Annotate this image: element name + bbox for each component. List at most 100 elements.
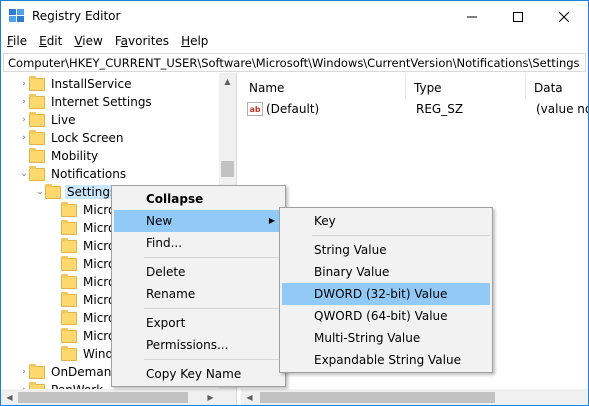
value-name: (Default) <box>266 102 320 116</box>
chevron-right-icon: ▶ <box>268 216 275 225</box>
scroll-up-icon[interactable]: ▲ <box>219 73 236 90</box>
column-data[interactable]: Data <box>526 73 588 99</box>
title-bar[interactable]: Registry Editor <box>1 1 588 32</box>
folder-icon <box>61 255 77 271</box>
new-submenu: Key String Value Binary Value DWORD (32-… <box>279 207 493 373</box>
tree-horizontal-scroll-thumb[interactable] <box>18 392 188 403</box>
close-icon <box>559 11 569 22</box>
tree-item[interactable]: ⌄ Notifications <box>19 165 128 183</box>
expander-placeholder <box>51 345 61 363</box>
tree-item[interactable]: Micro <box>51 201 117 219</box>
folder-icon <box>29 93 45 109</box>
submenu-item-expandable-string-value[interactable]: Expandable String Value <box>282 349 490 371</box>
submenu-item-qword-value[interactable]: QWORD (64-bit) Value <box>282 305 490 327</box>
submenu-item-key[interactable]: Key <box>282 210 490 232</box>
tree-item[interactable]: Micro <box>51 219 117 237</box>
submenu-item-binary-value[interactable]: Binary Value <box>282 261 490 283</box>
tree-item[interactable]: Micro <box>51 237 117 255</box>
window-title: Registry Editor <box>32 9 121 23</box>
scroll-right-icon[interactable]: ▶ <box>202 389 219 405</box>
chevron-down-icon[interactable]: ⌄ <box>35 183 45 201</box>
menu-bar: File Edit View Favorites Help <box>1 32 588 52</box>
minimize-icon <box>467 16 477 17</box>
menu-item-new[interactable]: New ▶ <box>114 210 283 232</box>
chevron-right-icon[interactable]: › <box>19 363 29 381</box>
tree-item[interactable]: › InstallService <box>19 75 133 93</box>
column-type[interactable]: Type <box>406 73 526 99</box>
chevron-down-icon[interactable]: ⌄ <box>19 165 29 183</box>
menu-view[interactable]: View <box>68 32 108 52</box>
scroll-left-icon[interactable]: ◀ <box>241 389 258 405</box>
chevron-right-icon[interactable]: › <box>19 129 29 147</box>
chevron-right-icon[interactable]: › <box>19 75 29 93</box>
tree-horizontal-scrollbar[interactable]: ◀ ▶ <box>1 389 236 405</box>
submenu-item-dword-value[interactable]: DWORD (32-bit) Value <box>282 283 490 305</box>
folder-icon <box>29 147 45 163</box>
menu-item-export[interactable]: Export <box>114 312 283 334</box>
chevron-right-icon[interactable]: › <box>19 93 29 111</box>
tree-item[interactable]: Micro <box>51 291 117 309</box>
menu-item-delete[interactable]: Delete <box>114 261 283 283</box>
folder-icon <box>29 75 45 91</box>
context-menu: Collapse New ▶ Find... Delete Rename Exp… <box>111 185 286 387</box>
folder-icon <box>61 291 77 307</box>
chevron-right-icon[interactable]: › <box>19 111 29 129</box>
expander-placeholder <box>51 327 61 345</box>
tree-item[interactable]: Micro <box>51 255 117 273</box>
tree-item-label: Live <box>51 113 76 127</box>
tree-item-label: InstallService <box>51 77 132 91</box>
scroll-left-icon[interactable]: ◀ <box>1 389 18 405</box>
tree-item[interactable]: ⌄ Settings <box>35 183 119 201</box>
menu-file[interactable]: File <box>1 32 33 52</box>
tree-item[interactable]: Micro <box>51 309 117 327</box>
tree-item[interactable]: Mobility <box>19 147 100 165</box>
tree-vertical-scroll-thumb[interactable] <box>221 161 234 177</box>
menu-item-collapse[interactable]: Collapse <box>114 188 283 210</box>
list-horizontal-scrollbar[interactable]: ◀ <box>241 389 588 405</box>
folder-icon <box>61 345 77 361</box>
expander-placeholder <box>19 147 29 165</box>
folder-icon <box>29 165 45 181</box>
value-data: (value not <box>536 102 588 116</box>
tree-item[interactable]: Micro <box>51 327 117 345</box>
menu-item-find[interactable]: Find... <box>114 232 283 254</box>
menu-item-rename[interactable]: Rename <box>114 283 283 305</box>
value-type: REG_SZ <box>416 102 464 116</box>
menu-separator <box>312 235 490 236</box>
address-bar[interactable]: Computer\HKEY_CURRENT_USER\Software\Micr… <box>3 53 586 72</box>
folder-icon <box>29 129 45 145</box>
tree-item[interactable]: › Live <box>19 111 78 129</box>
menu-edit[interactable]: Edit <box>33 32 68 52</box>
submenu-item-multi-string-value[interactable]: Multi-String Value <box>282 327 490 349</box>
tree-item[interactable]: Micro <box>51 273 117 291</box>
string-value-icon: ab <box>247 102 263 116</box>
table-row[interactable]: ab (Default) REG_SZ (value not <box>241 99 588 119</box>
maximize-button[interactable] <box>495 1 541 32</box>
folder-icon <box>45 183 61 199</box>
tree-item-label: Mobility <box>51 149 99 163</box>
registry-editor-window: Registry Editor File Edit View Favorites… <box>0 0 589 406</box>
expander-placeholder <box>51 273 61 291</box>
close-button[interactable] <box>541 1 587 32</box>
expander-placeholder <box>51 219 61 237</box>
tree-item[interactable]: › Lock Screen <box>19 129 125 147</box>
tree-item[interactable]: › Internet Settings <box>19 93 154 111</box>
tree-item[interactable]: › OnDemand <box>19 363 121 381</box>
menu-help[interactable]: Help <box>175 32 214 52</box>
expander-placeholder <box>51 255 61 273</box>
list-horizontal-scroll-thumb[interactable] <box>260 392 495 403</box>
folder-icon <box>61 219 77 235</box>
tree-item-label: Lock Screen <box>51 131 124 145</box>
menu-item-permissions[interactable]: Permissions... <box>114 334 283 356</box>
minimize-button[interactable] <box>449 1 495 32</box>
tree-item-label: Notifications <box>51 167 127 181</box>
submenu-item-string-value[interactable]: String Value <box>282 239 490 261</box>
folder-icon <box>61 273 77 289</box>
menu-favorites[interactable]: Favorites <box>109 32 175 52</box>
menu-item-copy-key-name[interactable]: Copy Key Name <box>114 363 283 385</box>
column-name[interactable]: Name <box>241 73 406 99</box>
expander-placeholder <box>51 201 61 219</box>
folder-icon <box>61 309 77 325</box>
folder-icon <box>61 237 77 253</box>
menu-separator <box>144 308 283 309</box>
